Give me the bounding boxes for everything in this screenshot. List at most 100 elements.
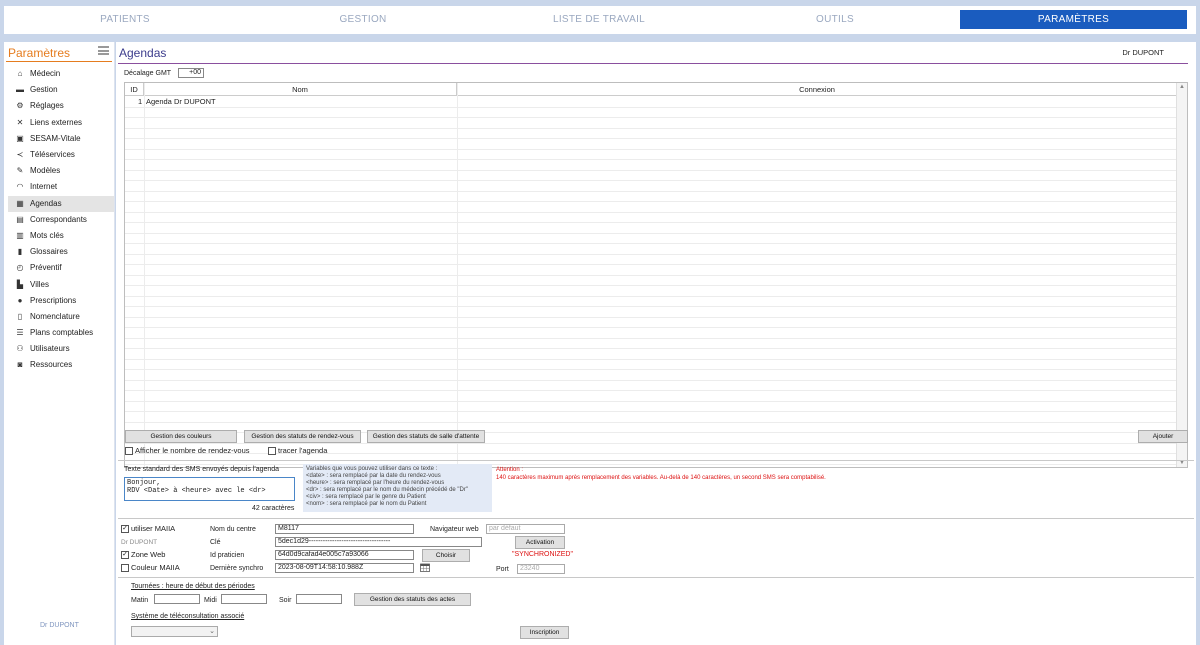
sidebar-item-villes[interactable]: ▙ Villes [8, 276, 114, 292]
sidebar-item-label: Mots clés [30, 230, 64, 240]
afficher-nombre-rdv-checkbox[interactable]: Afficher le nombre de rendez-vous [125, 446, 250, 455]
sidebar-item-plans-comptables[interactable]: ☰ Plans comptables [8, 325, 114, 341]
help-line: <date> : sera remplacé par la date du re… [306, 473, 441, 479]
couleur-maiia-checkbox[interactable]: Couleur MAIIA [121, 563, 180, 572]
navigateur-web-field[interactable]: par défaut [486, 524, 565, 534]
id-praticien-field[interactable]: 64d0d9cafad4e005c7a93066 [275, 550, 414, 560]
table-row-empty[interactable] [125, 255, 1177, 265]
table-row-empty[interactable] [125, 391, 1177, 402]
table-row-empty[interactable] [125, 381, 1177, 391]
sidebar-item-reglages[interactable]: ⚙ Réglages [8, 98, 114, 114]
table-row-empty[interactable] [125, 223, 1177, 234]
sidebar-item-gestion[interactable]: ▬ Gestion [8, 82, 114, 98]
checkbox-box[interactable] [125, 446, 133, 455]
choisir-button[interactable]: Choisir [422, 549, 470, 562]
table-row-empty[interactable] [125, 192, 1177, 202]
cle-field[interactable]: 5dec1d29--------------------------------… [275, 537, 482, 547]
sidebar-item-sesam-vitale[interactable]: ▣ SESAM-Vitale [8, 131, 114, 147]
sidebar-item-label: Préventif [30, 263, 62, 273]
table-row-empty[interactable] [125, 234, 1177, 244]
table-row-empty[interactable] [125, 370, 1177, 381]
table-row-empty[interactable] [125, 402, 1177, 412]
chevron-down-icon[interactable]: ⌄ [209, 627, 215, 637]
sidebar-item-medecin[interactable]: ⌂ Médecin [8, 66, 114, 82]
table-row-empty[interactable] [125, 328, 1177, 339]
statuts-rdv-button[interactable]: Gestion des statuts de rendez-vous [244, 430, 361, 443]
help-line: Variables que vous pouvez utiliser dans … [306, 466, 438, 472]
table-row-empty[interactable] [125, 171, 1177, 181]
table-vertical-scrollbar[interactable]: ▲ ▼ [1176, 83, 1187, 467]
table-row-empty[interactable] [125, 297, 1177, 307]
table-row-empty[interactable] [125, 139, 1177, 150]
ajouter-button[interactable]: Ajouter [1138, 430, 1188, 443]
table-row-empty[interactable] [125, 360, 1177, 370]
table-row-empty[interactable] [125, 118, 1177, 129]
table-row-empty[interactable] [125, 276, 1177, 286]
tab-liste-de-travail[interactable]: LISTE DE TRAVAIL [494, 10, 704, 29]
matin-field[interactable] [154, 594, 200, 604]
nom-centre-field[interactable]: M8117 [275, 524, 414, 534]
soir-field[interactable] [296, 594, 342, 604]
sidebar-item-modeles[interactable]: ✎ Modèles [8, 163, 114, 179]
sidebar-item-preventif[interactable]: ◴ Préventif [8, 260, 114, 276]
table-row-empty[interactable] [125, 339, 1177, 349]
checkbox-box[interactable]: ✓ [121, 550, 129, 559]
sidebar-item-teleservices[interactable]: ≺ Téléservices [8, 147, 114, 163]
sidebar-item-prescriptions[interactable]: ● Prescriptions [8, 293, 114, 309]
tab-parametres[interactable]: PARAMÈTRES [960, 10, 1187, 29]
calendar-picker-icon[interactable] [420, 563, 430, 572]
tab-outils[interactable]: OUTILS [730, 10, 940, 29]
checkbox-box[interactable]: ✓ [121, 524, 129, 533]
table-row-empty[interactable] [125, 202, 1177, 213]
utiliser-maiia-checkbox[interactable]: ✓ utiliser MAIIA [121, 524, 175, 533]
sidebar-item-agendas[interactable]: ▦ Agendas [8, 195, 114, 212]
statuts-actes-button[interactable]: Gestion des statuts des actes [354, 593, 471, 606]
menu-icon[interactable] [98, 46, 109, 55]
midi-field[interactable] [221, 594, 267, 604]
column-header-id[interactable]: ID [125, 83, 144, 96]
port-field[interactable]: 23240 [517, 564, 565, 574]
sidebar-item-liens-externes[interactable]: ✕ Liens externes [8, 115, 114, 131]
sidebar-item-label: Ressources [30, 360, 73, 370]
sidebar-item-glossaires[interactable]: ▮ Glossaires [8, 244, 114, 260]
table-row-empty[interactable] [125, 160, 1177, 171]
table-row[interactable]: 1 Agenda Dr DUPONT [125, 97, 1177, 108]
gestion-couleurs-button[interactable]: Gestion des couleurs [125, 430, 237, 443]
gmt-offset-input[interactable]: +00 [178, 68, 204, 78]
table-row-empty[interactable] [125, 181, 1177, 192]
column-header-connexion[interactable]: Connexion [457, 83, 1177, 96]
table-row-empty[interactable] [125, 412, 1177, 423]
table-row-empty[interactable] [125, 318, 1177, 328]
inscription-button[interactable]: Inscription [520, 626, 569, 639]
table-row-empty[interactable] [125, 150, 1177, 160]
zone-web-checkbox[interactable]: ✓ Zone Web [121, 550, 165, 559]
tab-gestion[interactable]: GESTION [258, 10, 468, 29]
scroll-up-icon[interactable]: ▲ [1179, 84, 1185, 90]
checkbox-box[interactable] [268, 446, 276, 455]
document-icon: ▯ [17, 311, 23, 321]
table-row-empty[interactable] [125, 213, 1177, 223]
table-row-empty[interactable] [125, 307, 1177, 318]
tracer-agenda-checkbox[interactable]: tracer l'agenda [268, 446, 327, 455]
table-row-empty[interactable] [125, 349, 1177, 360]
table-row-empty[interactable] [125, 286, 1177, 297]
sidebar-item-utilisateurs[interactable]: ⚇ Utilisateurs [8, 341, 114, 357]
sidebar-title: Paramètres [8, 46, 71, 60]
checkbox-box[interactable] [121, 563, 129, 572]
activation-button[interactable]: Activation [515, 536, 565, 549]
table-row-empty[interactable] [125, 265, 1177, 276]
sidebar-item-nomenclature[interactable]: ▯ Nomenclature [8, 309, 114, 325]
column-header-nom[interactable]: Nom [144, 83, 457, 96]
teleconsult-select[interactable]: ⌄ [131, 626, 218, 637]
sidebar-item-internet[interactable]: ◠ Internet [8, 179, 114, 195]
derniere-synchro-field[interactable]: 2023-08-09T14:58:10.988Z [275, 563, 414, 573]
table-row-empty[interactable] [125, 108, 1177, 118]
sidebar-item-correspondants[interactable]: ▤ Correspondants [8, 212, 114, 228]
table-row-empty[interactable] [125, 244, 1177, 255]
statuts-salle-attente-button[interactable]: Gestion des statuts de salle d'attente [367, 430, 485, 443]
sidebar-item-mots-cles[interactable]: ▥ Mots clés [8, 228, 114, 244]
tab-patients[interactable]: PATIENTS [20, 10, 230, 29]
sms-text-area[interactable]: Bonjour, RDV <Date> à <heure> avec le <d… [124, 477, 295, 501]
table-row-empty[interactable] [125, 129, 1177, 139]
sidebar-item-ressources[interactable]: ◙ Ressources [8, 357, 114, 373]
